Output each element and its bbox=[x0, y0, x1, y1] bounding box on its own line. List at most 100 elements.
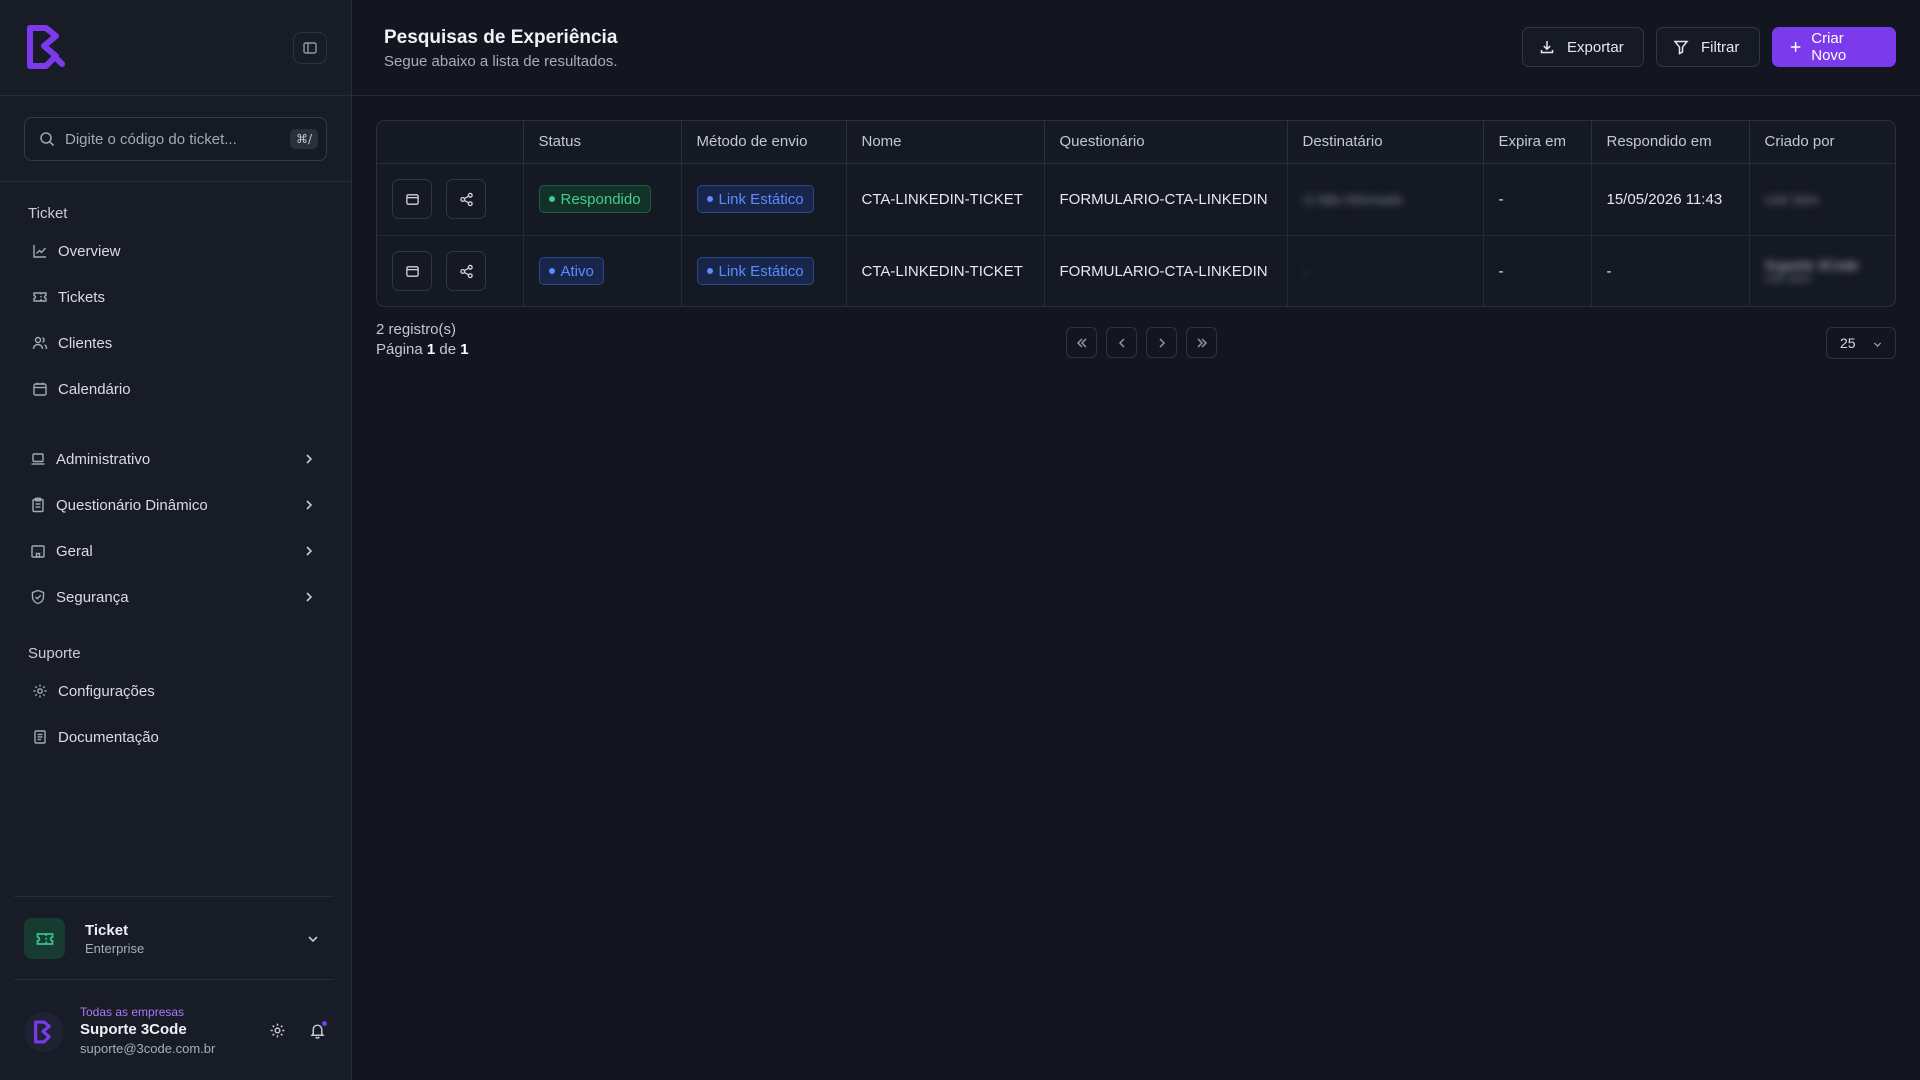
notification-dot bbox=[322, 1021, 327, 1026]
create-new-button[interactable]: Criar Novo bbox=[1772, 27, 1896, 67]
sidebar-item-overview[interactable]: Overview bbox=[24, 233, 328, 269]
sidebar: ⌘/ Ticket Overview Tickets Clientes Cale… bbox=[0, 0, 352, 1080]
method-text: Link Estático bbox=[718, 262, 804, 280]
sidebar-item-label: Tickets bbox=[58, 288, 105, 306]
clipboard-icon bbox=[32, 497, 44, 513]
product-name: Ticket bbox=[85, 922, 129, 939]
sidebar-item-configuracoes[interactable]: Configurações bbox=[24, 673, 328, 709]
name-cell: CTA-LINKEDIN-TICKET bbox=[846, 163, 1045, 236]
records-count: 2 registro(s) bbox=[376, 321, 457, 338]
table-header-row: Status Método de envio Nome Questionário… bbox=[377, 121, 1895, 164]
column-header-answered[interactable]: Respondido em bbox=[1591, 121, 1750, 164]
chevrons-right-icon bbox=[1196, 337, 1207, 348]
view-button[interactable] bbox=[392, 251, 432, 292]
product-switcher[interactable]: Ticket Enterprise bbox=[24, 918, 328, 966]
created-by-name: Suporte 3Code bbox=[1764, 256, 1859, 273]
method-cell: Link Estático bbox=[681, 235, 847, 306]
column-header-form[interactable]: Questionário bbox=[1044, 121, 1288, 164]
form-cell: FORMULARIO-CTA-LINKEDIN bbox=[1044, 163, 1288, 236]
page-indicator: Página 1 de 1 bbox=[376, 341, 469, 358]
sidebar-item-documentacao[interactable]: Documentação bbox=[24, 719, 328, 755]
sidebar-item-tickets[interactable]: Tickets bbox=[24, 279, 328, 315]
notifications-button[interactable] bbox=[309, 1021, 327, 1039]
sidebar-header bbox=[0, 0, 351, 96]
method-dot bbox=[706, 268, 713, 275]
ticket-search[interactable]: ⌘/ bbox=[24, 117, 327, 161]
share-icon bbox=[459, 192, 473, 206]
user-name: Suporte 3Code bbox=[80, 1021, 187, 1038]
window-icon bbox=[405, 193, 419, 205]
created-by-blurred: Link Sem bbox=[1764, 191, 1819, 207]
filter-button[interactable]: Filtrar bbox=[1656, 27, 1760, 67]
search-icon bbox=[40, 132, 55, 147]
sidebar-toggle-icon bbox=[303, 42, 317, 54]
chevron-right-icon bbox=[306, 546, 313, 556]
chevron-right-icon bbox=[306, 592, 313, 602]
share-icon bbox=[459, 264, 473, 278]
chevron-down-icon bbox=[308, 936, 318, 943]
created-by-cell: Link Sem bbox=[1749, 163, 1895, 236]
avatar[interactable] bbox=[24, 1012, 64, 1052]
sidebar-item-clientes[interactable]: Clientes bbox=[24, 325, 328, 361]
method-dot bbox=[706, 196, 713, 202]
recipient-cell: - bbox=[1287, 235, 1484, 306]
sidebar-item-label: Clientes bbox=[58, 334, 113, 352]
ticket-icon bbox=[33, 292, 47, 302]
expires-cell: - bbox=[1483, 163, 1592, 236]
user-company[interactable]: Todas as empresas bbox=[80, 1005, 184, 1019]
book-icon bbox=[34, 730, 46, 744]
sidebar-group-label: Administrativo bbox=[56, 450, 151, 468]
recipient-blurred: ◷ Não informado bbox=[1302, 191, 1403, 207]
calendar-icon bbox=[33, 382, 47, 396]
column-header-created-by[interactable]: Criado por bbox=[1749, 121, 1895, 164]
chevrons-left-icon bbox=[1076, 337, 1087, 348]
method-badge: Link Estático bbox=[696, 185, 814, 213]
last-page-button[interactable] bbox=[1186, 327, 1217, 358]
sidebar-item-label: Documentação bbox=[58, 728, 159, 746]
sidebar-group-seguranca[interactable]: Segurança bbox=[24, 579, 328, 615]
share-button[interactable] bbox=[446, 251, 486, 292]
recipient-text: Não informado bbox=[1317, 191, 1403, 207]
column-header-method[interactable]: Método de envio bbox=[681, 121, 847, 164]
rows-per-page-value: 25 bbox=[1840, 335, 1856, 351]
sidebar-group-questionario-dinamico[interactable]: Questionário Dinâmico bbox=[24, 487, 328, 523]
chevron-down-icon bbox=[1873, 342, 1882, 347]
column-header-expires[interactable]: Expira em bbox=[1483, 121, 1592, 164]
expires-cell: - bbox=[1483, 235, 1592, 306]
sidebar-item-calendario[interactable]: Calendário bbox=[24, 371, 328, 407]
filter-icon bbox=[1673, 40, 1689, 55]
column-header-name[interactable]: Nome bbox=[846, 121, 1045, 164]
ticket-search-input[interactable] bbox=[65, 130, 290, 148]
sidebar-divider bbox=[14, 896, 334, 897]
sidebar-collapse-button[interactable] bbox=[293, 32, 327, 64]
user-email: suporte@3code.com.br bbox=[80, 1041, 216, 1056]
chevron-right-icon bbox=[1158, 337, 1165, 348]
search-area: ⌘/ bbox=[0, 96, 351, 182]
sidebar-group-geral[interactable]: Geral bbox=[24, 533, 328, 569]
page-title: Pesquisas de Experiência bbox=[384, 27, 618, 48]
previous-page-button[interactable] bbox=[1106, 327, 1137, 358]
page-current: 1 bbox=[426, 341, 436, 358]
share-button[interactable] bbox=[446, 179, 486, 219]
user-profile: Todas as empresas Suporte 3Code suporte@… bbox=[24, 1000, 334, 1064]
window-icon bbox=[405, 265, 419, 277]
column-header-status[interactable]: Status bbox=[523, 121, 682, 164]
table-row: Respondido Link Estático CTA-LINKEDIN-TI… bbox=[377, 163, 1895, 236]
status-badge: Respondido bbox=[538, 185, 651, 213]
sidebar-group-administrativo[interactable]: Administrativo bbox=[24, 441, 328, 477]
recipient-cell: ◷ Não informado bbox=[1287, 163, 1484, 236]
export-button[interactable]: Exportar bbox=[1522, 27, 1644, 67]
status-text: Ativo bbox=[560, 262, 594, 280]
user-settings-button[interactable] bbox=[269, 1022, 286, 1039]
next-page-button[interactable] bbox=[1146, 327, 1177, 358]
search-shortcut-badge: ⌘/ bbox=[289, 129, 318, 149]
recipient-blurred: - bbox=[1302, 263, 1307, 279]
first-page-button[interactable] bbox=[1066, 327, 1097, 358]
status-text: Respondido bbox=[560, 190, 641, 208]
brand-logo[interactable] bbox=[26, 24, 66, 70]
sidebar-group-label: Segurança bbox=[56, 588, 129, 606]
column-header-recipient[interactable]: Destinatário bbox=[1287, 121, 1484, 164]
rows-per-page-select[interactable]: 25 bbox=[1826, 327, 1896, 359]
gear-icon bbox=[270, 1023, 285, 1038]
view-button[interactable] bbox=[392, 179, 432, 219]
